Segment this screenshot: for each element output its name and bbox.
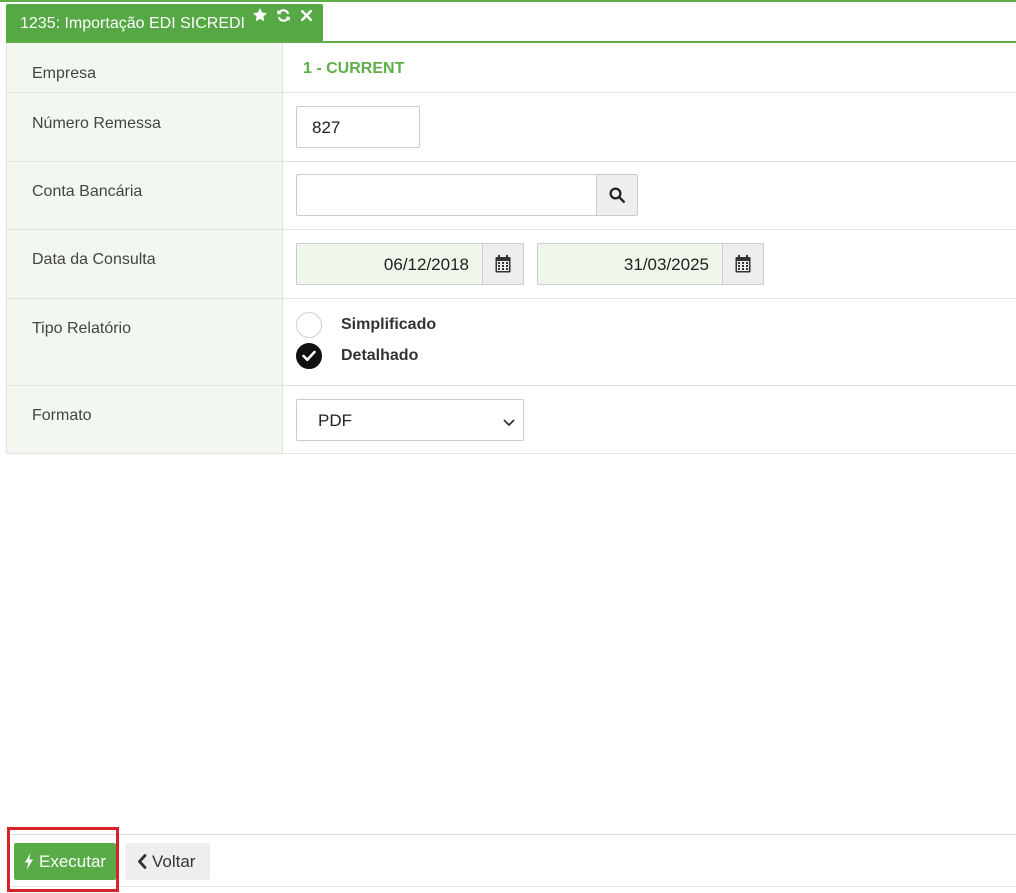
page: 1235: Importação EDI SICREDI Empresa 1 -… bbox=[0, 0, 1016, 893]
radio-unchecked-circle[interactable] bbox=[296, 312, 322, 338]
top-accent-line bbox=[0, 0, 1016, 2]
form: Empresa 1 - CURRENT Número Remessa 827 C… bbox=[6, 43, 1016, 454]
empresa-value: 1 - CURRENT bbox=[303, 60, 405, 77]
radio-simplificado[interactable]: Simplificado bbox=[296, 312, 436, 338]
executar-button[interactable]: Executar bbox=[14, 843, 116, 880]
radio-checked-circle[interactable] bbox=[296, 343, 322, 369]
calendar-icon bbox=[735, 255, 751, 273]
chevron-down-icon bbox=[503, 414, 515, 426]
row-data-consulta: Data da Consulta 06/12/2018 31/03/2025 bbox=[6, 230, 1016, 299]
footer-bottom-divider bbox=[6, 886, 1016, 887]
radio-detalhado[interactable]: Detalhado bbox=[296, 343, 418, 369]
row-empresa: Empresa 1 - CURRENT bbox=[6, 43, 1016, 93]
data-inicio-calendar-button[interactable] bbox=[482, 243, 524, 285]
conta-bancaria-search-button[interactable] bbox=[596, 174, 638, 216]
conta-bancaria-input[interactable] bbox=[296, 174, 597, 216]
formato-selected-value: PDF bbox=[318, 411, 352, 430]
data-inicio-input[interactable]: 06/12/2018 bbox=[296, 243, 483, 285]
row-conta-bancaria: Conta Bancária bbox=[6, 162, 1016, 230]
data-consulta-label: Data da Consulta bbox=[6, 230, 283, 298]
close-icon[interactable] bbox=[297, 6, 315, 24]
tipo-relatorio-label: Tipo Relatório bbox=[6, 299, 283, 385]
row-numero-remessa: Número Remessa 827 bbox=[6, 93, 1016, 162]
empresa-label: Empresa bbox=[6, 43, 283, 92]
check-icon bbox=[302, 350, 316, 362]
tipo-relatorio-field: Simplificado Detalhado bbox=[283, 299, 1016, 385]
footer-divider bbox=[6, 834, 1016, 835]
empresa-field: 1 - CURRENT bbox=[283, 43, 1016, 92]
formato-label: Formato bbox=[6, 386, 283, 453]
row-tipo-relatorio: Tipo Relatório Simplificado Detalhado bbox=[6, 299, 1016, 386]
refresh-icon[interactable] bbox=[274, 6, 292, 24]
calendar-icon bbox=[495, 255, 511, 273]
numero-remessa-input[interactable]: 827 bbox=[296, 106, 420, 148]
row-formato: Formato PDF bbox=[6, 386, 1016, 454]
conta-bancaria-label: Conta Bancária bbox=[6, 162, 283, 229]
data-fim-input[interactable]: 31/03/2025 bbox=[537, 243, 723, 285]
radio-simplificado-label[interactable]: Simplificado bbox=[341, 316, 436, 334]
search-icon bbox=[608, 186, 626, 204]
numero-remessa-field: 827 bbox=[283, 93, 1016, 161]
numero-remessa-label: Número Remessa bbox=[6, 93, 283, 161]
formato-select[interactable]: PDF bbox=[296, 399, 524, 441]
chevron-left-icon bbox=[137, 854, 147, 869]
radio-detalhado-label[interactable]: Detalhado bbox=[341, 347, 418, 365]
data-consulta-field: 06/12/2018 31/03/2025 bbox=[283, 230, 1016, 298]
executar-label: Executar bbox=[39, 851, 107, 871]
tab-title: 1235: Importação EDI SICREDI bbox=[20, 15, 245, 32]
data-fim-calendar-button[interactable] bbox=[722, 243, 764, 285]
formato-field: PDF bbox=[283, 386, 1016, 453]
voltar-label: Voltar bbox=[152, 851, 196, 871]
star-icon[interactable] bbox=[251, 6, 269, 24]
voltar-button[interactable]: Voltar bbox=[125, 843, 210, 880]
tab-importacao-edi[interactable]: 1235: Importação EDI SICREDI bbox=[6, 4, 323, 41]
bolt-icon bbox=[24, 853, 34, 870]
conta-bancaria-field bbox=[283, 162, 1016, 229]
